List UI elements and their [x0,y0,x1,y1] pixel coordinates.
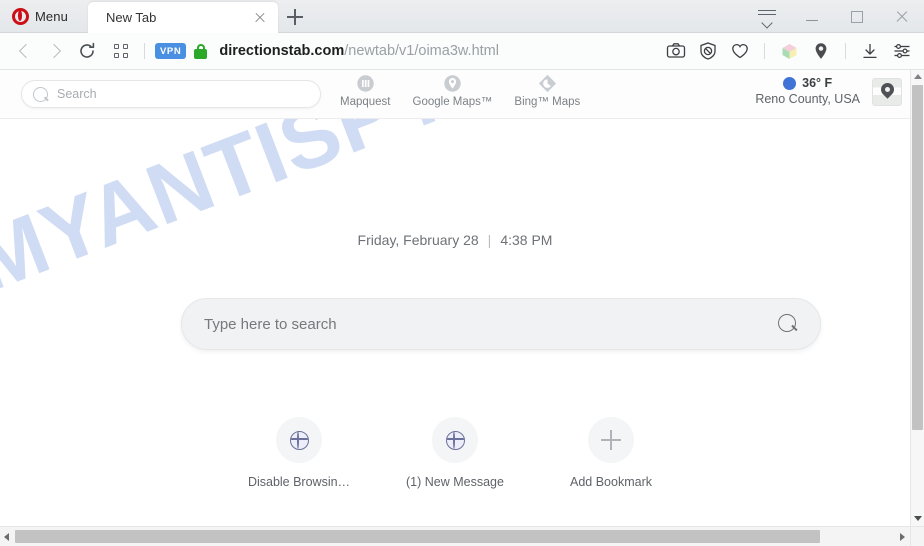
nav-item-label: Bing™ Maps [514,96,581,108]
browser-tab[interactable]: New Tab [88,2,278,33]
globe-icon [445,430,465,450]
actions-divider-2 [845,43,846,59]
shortcut-icon-wrap [588,417,634,463]
scroll-down-button[interactable] [911,512,924,526]
weather-circle-icon [783,76,797,90]
globe-icon [289,430,309,450]
scrollbar-corner [910,526,924,546]
shortcut-disable-browsing[interactable]: Disable Browsin… [244,417,354,489]
nav-item-mapquest[interactable]: Mapquest [340,74,391,108]
search-icon[interactable] [778,314,796,332]
reload-button[interactable] [72,36,102,66]
tab-close-icon[interactable] [250,8,270,28]
tab-menu-button[interactable] [744,0,789,33]
heart-icon[interactable] [727,38,753,64]
browser-window: Menu New Tab VPN directionstab.com/newta… [0,0,924,546]
shortcut-add-bookmark[interactable]: Add Bookmark [556,417,666,489]
vertical-scroll-thumb[interactable] [912,85,923,430]
new-tab-button[interactable] [283,5,307,29]
title-bar: Menu New Tab [0,0,924,33]
nav-item-label: Google Maps™ [412,96,493,108]
site-header: Search Mapquest Google Maps™ Bing™ Maps … [0,70,910,119]
back-arrow-icon[interactable] [10,36,40,66]
maximize-button[interactable] [834,0,879,33]
camera-icon[interactable] [663,38,689,64]
time-text: 4:38 PM [500,232,553,248]
address-bar: VPN directionstab.com/newtab/v1/oima3w.h… [0,33,924,70]
reload-icon [80,42,95,58]
date-text: Friday, February 28 [357,232,479,248]
window-controls [744,0,924,33]
weather-summary: 36° F [755,76,860,90]
horizontal-scrollbar[interactable] [0,526,910,546]
search-icon [33,86,48,102]
nav-item-bing-maps[interactable]: Bing™ Maps [514,74,580,108]
actions-divider-1 [764,43,765,59]
download-icon[interactable] [857,38,883,64]
minimize-button[interactable] [789,0,834,33]
plus-icon [601,430,621,450]
shortcut-list: Disable Browsin… (1) New Message Add Boo… [0,417,910,489]
opera-menu-button[interactable]: Menu [6,3,76,29]
shield-block-icon[interactable] [695,38,721,64]
datetime-display: Friday, February 28 | 4:38 PM [0,232,910,248]
scroll-up-button[interactable] [911,70,924,84]
minimize-icon [805,19,818,22]
url-domain: directionstab.com [219,43,345,59]
map-pin-thumbnail-icon[interactable] [872,78,902,106]
cube-extension-icon[interactable] [776,38,802,64]
speed-dial-button[interactable] [106,36,136,66]
address-bar-divider [144,43,145,59]
opera-logo-icon [12,7,29,25]
shortcut-label: Add Bookmark [570,475,652,489]
scroll-left-button[interactable] [0,527,14,546]
window-close-icon [895,10,909,24]
site-nav: Mapquest Google Maps™ Bing™ Maps [340,74,580,108]
weather-location: Reno County, USA [755,92,860,106]
url-text[interactable]: directionstab.com/newtab/v1/oima3w.html [219,43,499,59]
vertical-scrollbar[interactable] [910,70,924,526]
grid-icon [114,44,128,58]
google-maps-pin-icon [443,74,462,93]
padlock-icon[interactable] [194,43,208,59]
tab-title: New Tab [106,10,157,25]
close-window-button[interactable] [879,0,924,33]
shortcut-new-message[interactable]: (1) New Message [400,417,510,489]
shortcut-icon-wrap [276,417,322,463]
weather-widget[interactable]: 36° F Reno County, USA [755,76,860,106]
mapquest-icon [356,74,375,93]
sliders-icon[interactable] [889,38,915,64]
shortcut-label: (1) New Message [406,475,504,489]
bing-maps-icon [538,74,557,93]
address-bar-actions [660,38,924,64]
maximize-icon [850,10,863,23]
tab-menu-icon [757,9,777,29]
site-search-box[interactable]: Search [21,80,321,108]
scroll-right-button[interactable] [896,527,910,546]
vpn-badge[interactable]: VPN [155,43,187,59]
map-pin-icon[interactable] [808,38,834,64]
forward-arrow-icon[interactable] [40,36,70,66]
horizontal-scroll-thumb[interactable] [15,530,820,543]
weather-temperature: 36° F [802,76,833,90]
shortcut-icon-wrap [432,417,478,463]
site-search-placeholder: Search [57,87,97,101]
nav-item-google-maps[interactable]: Google Maps™ [412,74,493,108]
nav-item-label: Mapquest [340,96,391,108]
main-search-placeholder: Type here to search [204,315,337,333]
page-content: MYANTISPYWARE.COM Search Mapquest Google… [0,70,910,526]
menu-button-label: Menu [35,8,68,24]
datetime-separator: | [487,232,492,248]
url-path: /newtab/v1/oima3w.html [344,43,499,59]
shortcut-label: Disable Browsin… [247,475,351,489]
main-search-input[interactable]: Type here to search [181,298,821,350]
